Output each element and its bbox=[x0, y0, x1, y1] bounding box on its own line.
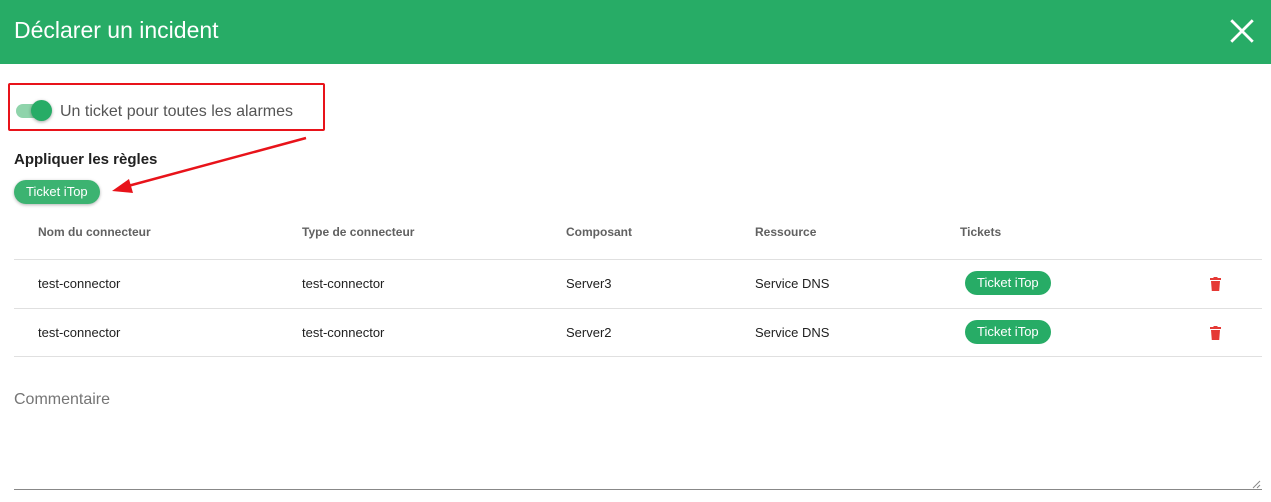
cell-connector-name: test-connector bbox=[38, 325, 121, 340]
column-header-tickets: Tickets bbox=[960, 225, 1002, 239]
column-header-type: Type de connecteur bbox=[302, 225, 415, 239]
cell-resource: Service DNS bbox=[755, 325, 830, 340]
cell-connector-type: test-connector bbox=[302, 276, 385, 291]
single-ticket-toggle[interactable] bbox=[16, 100, 52, 122]
table-row: test-connector test-connector Server2 Se… bbox=[14, 308, 1262, 356]
ticket-chip[interactable]: Ticket iTop bbox=[965, 320, 1051, 344]
trash-icon bbox=[1210, 326, 1221, 340]
close-icon bbox=[1230, 19, 1254, 43]
delete-row-button[interactable] bbox=[1210, 326, 1221, 340]
cell-component: Server2 bbox=[566, 325, 612, 340]
rules-title: Appliquer les règles bbox=[14, 151, 158, 168]
single-ticket-toggle-label[interactable]: Un ticket pour toutes les alarmes bbox=[60, 102, 293, 122]
cell-connector-type: test-connector bbox=[302, 325, 385, 340]
resize-grip-icon[interactable] bbox=[1252, 480, 1261, 489]
cell-component: Server3 bbox=[566, 276, 612, 291]
column-header-component: Composant bbox=[566, 225, 632, 239]
ticket-chip[interactable]: Ticket iTop bbox=[965, 271, 1051, 295]
delete-row-button[interactable] bbox=[1210, 277, 1221, 291]
trash-icon bbox=[1210, 277, 1221, 291]
column-header-resource: Ressource bbox=[755, 225, 817, 239]
rule-chip-ticket-itop[interactable]: Ticket iTop bbox=[14, 180, 100, 204]
comment-textarea[interactable] bbox=[14, 386, 1262, 490]
table-row: test-connector test-connector Server3 Se… bbox=[14, 259, 1262, 307]
cell-resource: Service DNS bbox=[755, 276, 830, 291]
column-header-name: Nom du connecteur bbox=[38, 225, 151, 239]
toggle-thumb bbox=[31, 100, 52, 121]
close-button[interactable] bbox=[1229, 18, 1255, 44]
dialog-header: Déclarer un incident bbox=[0, 0, 1271, 64]
table-divider bbox=[14, 356, 1262, 357]
cell-connector-name: test-connector bbox=[38, 276, 121, 291]
dialog-title: Déclarer un incident bbox=[14, 17, 219, 43]
